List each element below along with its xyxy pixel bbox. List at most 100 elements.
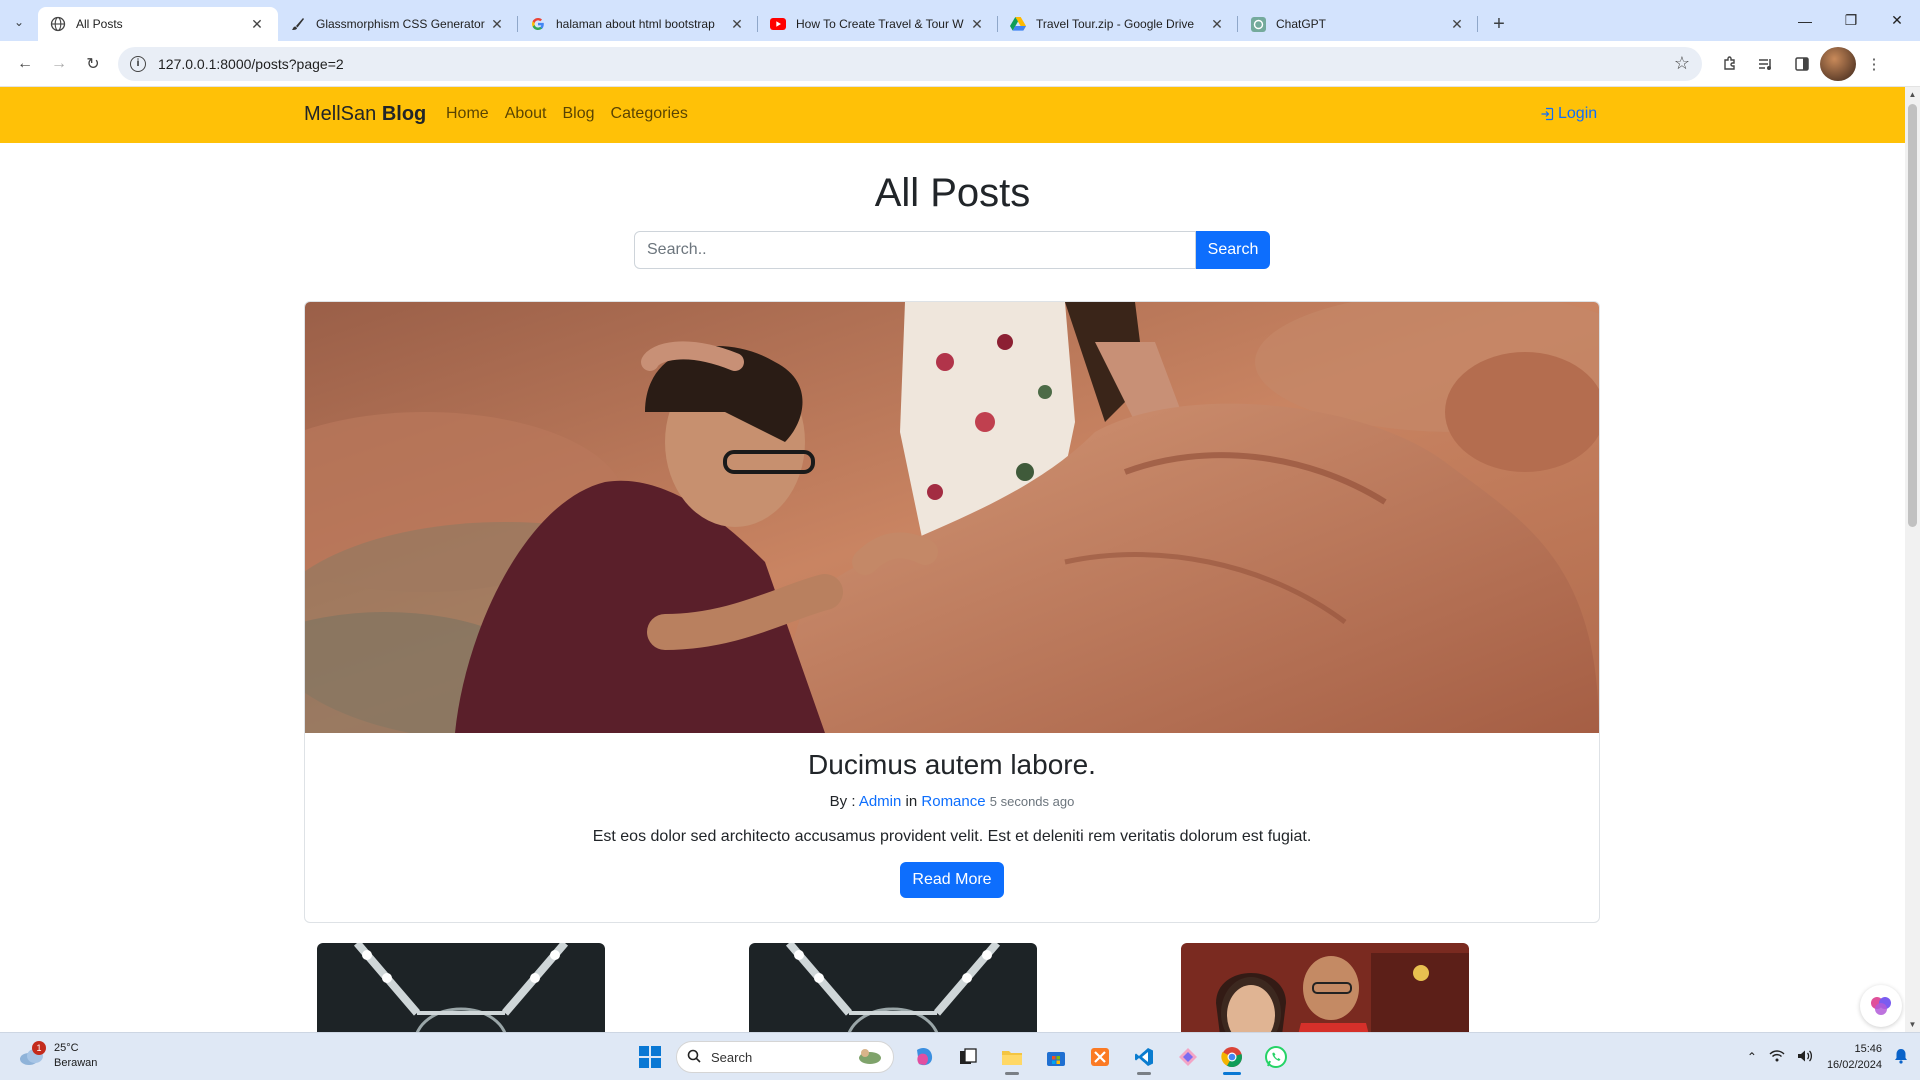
microsoft-store-icon[interactable]	[1038, 1039, 1074, 1075]
post-thumbnail[interactable]	[317, 943, 605, 1032]
address-bar[interactable]: i 127.0.0.1:8000/posts?page=2 ☆	[118, 46, 1702, 81]
file-explorer-icon[interactable]	[994, 1039, 1030, 1075]
tab-all-posts[interactable]: All Posts ✕	[38, 7, 278, 41]
tab-title: All Posts	[76, 17, 123, 31]
taskbar-search-label: Search	[711, 1049, 753, 1065]
page-viewport: MellSan Blog Home About Blog Categories …	[0, 87, 1920, 1032]
tab-title: Glassmorphism CSS Generator	[316, 17, 485, 31]
post-thumbnail[interactable]	[749, 943, 1037, 1032]
tab-halaman-about[interactable]: halaman about html bootstrap ✕	[518, 7, 758, 41]
nav-blog[interactable]: Blog	[563, 105, 595, 123]
google-icon	[530, 16, 546, 32]
scroll-down-icon[interactable]: ▼	[1905, 1017, 1920, 1032]
search-icon	[687, 1049, 701, 1066]
window-controls: — ❐ ✕	[1782, 0, 1920, 41]
nav-about[interactable]: About	[505, 105, 547, 123]
search-highlight-icon	[857, 1047, 883, 1068]
windows-start-icon[interactable]	[632, 1039, 668, 1075]
tab-search-icon[interactable]: ⌄	[0, 3, 38, 41]
weather-widget[interactable]: 1 25°C Berawan	[18, 1041, 97, 1071]
site-info-icon[interactable]: i	[130, 55, 146, 72]
chrome-icon[interactable]	[1214, 1039, 1250, 1075]
by-label: By :	[829, 793, 856, 810]
nav-categories[interactable]: Categories	[611, 105, 688, 123]
media-controls-icon[interactable]	[1748, 47, 1784, 81]
chatgpt-icon	[1250, 16, 1266, 32]
profile-avatar[interactable]	[1820, 46, 1856, 81]
more-menu-icon[interactable]: ⋮	[1856, 47, 1892, 81]
close-tab-icon[interactable]: ✕	[728, 16, 746, 33]
minimize-icon[interactable]: —	[1782, 0, 1828, 41]
cloud-icon: 1	[18, 1041, 46, 1067]
taskbar-apps: Search	[632, 1039, 1302, 1075]
xampp-icon[interactable]	[1082, 1039, 1118, 1075]
category-link[interactable]: Romance	[921, 793, 985, 810]
whatsapp-icon[interactable]	[1258, 1039, 1294, 1075]
browser-tab-bar: ⌄ All Posts ✕ Glassmorphism CSS Generato…	[0, 0, 1920, 41]
in-label: in	[905, 793, 918, 810]
tab-google-drive[interactable]: Travel Tour.zip - Google Drive ✕	[998, 7, 1238, 41]
clock[interactable]: 15:46 16/02/2024	[1827, 1041, 1882, 1073]
post-excerpt: Est eos dolor sed architecto accusamus p…	[592, 828, 1312, 845]
notification-bell-icon[interactable]	[1894, 1048, 1908, 1067]
clock-time: 15:46	[1854, 1043, 1882, 1055]
side-panel-icon[interactable]	[1784, 47, 1820, 81]
close-tab-icon[interactable]: ✕	[1448, 16, 1466, 33]
url-text: 127.0.0.1:8000/posts?page=2	[158, 55, 344, 72]
taskbar-search[interactable]: Search	[676, 1041, 894, 1073]
brand-light: MellSan	[304, 103, 377, 125]
tab-youtube[interactable]: How To Create Travel & Tour W ✕	[758, 7, 998, 41]
scrollbar-thumb[interactable]	[1908, 104, 1917, 527]
site-brand[interactable]: MellSan Blog	[304, 103, 426, 126]
page-scrollbar[interactable]: ▲ ▼	[1905, 87, 1920, 1032]
close-tab-icon[interactable]: ✕	[968, 16, 986, 33]
tab-chatgpt[interactable]: ChatGPT ✕	[1238, 7, 1478, 41]
close-tab-icon[interactable]: ✕	[248, 16, 266, 33]
author-link[interactable]: Admin	[859, 793, 902, 810]
close-tab-icon[interactable]: ✕	[488, 16, 506, 33]
wifi-icon[interactable]	[1769, 1049, 1785, 1065]
brand-bold: Blog	[381, 103, 427, 125]
tab-glassmorphism[interactable]: Glassmorphism CSS Generator ✕	[278, 7, 518, 41]
forward-icon[interactable]: →	[42, 47, 76, 81]
tab-title: How To Create Travel & Tour W	[796, 17, 964, 31]
bookmark-star-icon[interactable]: ☆	[1674, 53, 1690, 74]
assistant-fab-icon[interactable]	[1860, 985, 1902, 1027]
back-icon[interactable]: ←	[8, 47, 42, 81]
weather-badge: 1	[32, 1041, 46, 1055]
git-diamond-icon[interactable]	[1170, 1039, 1206, 1075]
new-tab-icon[interactable]: +	[1482, 7, 1516, 41]
search-button[interactable]: Search	[1196, 231, 1270, 269]
scroll-up-icon[interactable]: ▲	[1905, 87, 1920, 102]
featured-post-image[interactable]	[305, 302, 1599, 733]
login-label: Login	[1558, 105, 1598, 122]
nav-home[interactable]: Home	[446, 105, 489, 123]
system-tray: ⌃ 15:46 16/02/2024	[1735, 1033, 1908, 1080]
read-more-button[interactable]: Read More	[900, 862, 1004, 898]
close-tab-icon[interactable]: ✕	[1208, 16, 1226, 33]
site-navbar: MellSan Blog Home About Blog Categories …	[0, 87, 1905, 143]
login-link[interactable]: Login	[1540, 105, 1597, 123]
post-thumbnail[interactable]	[1181, 943, 1469, 1032]
show-hidden-icons[interactable]: ⌃	[1747, 1050, 1757, 1064]
featured-post-title[interactable]: Ducimus autem labore.	[305, 749, 1599, 781]
search-input[interactable]	[634, 231, 1196, 269]
close-window-icon[interactable]: ✕	[1874, 0, 1920, 41]
copilot-icon[interactable]	[906, 1039, 942, 1075]
task-view-icon[interactable]	[950, 1039, 986, 1075]
drive-icon	[1010, 16, 1026, 32]
brush-icon	[290, 16, 306, 32]
clock-date: 16/02/2024	[1826, 1059, 1882, 1071]
vscode-icon[interactable]	[1126, 1039, 1162, 1075]
post-meta: By : Admin in Romance 5 seconds ago	[305, 793, 1599, 810]
page-title: All Posts	[874, 171, 1031, 215]
reload-icon[interactable]: ↻	[76, 47, 110, 81]
restore-icon[interactable]: ❐	[1828, 0, 1874, 41]
volume-icon[interactable]	[1797, 1049, 1813, 1066]
nav-links: Home About Blog Categories	[446, 105, 704, 123]
extensions-icon[interactable]	[1712, 47, 1748, 81]
tab-title: Travel Tour.zip - Google Drive	[1036, 17, 1195, 31]
search-form: Search	[634, 231, 1270, 269]
globe-icon	[50, 16, 66, 32]
featured-post-body: Ducimus autem labore. By : Admin in Roma…	[305, 733, 1599, 898]
